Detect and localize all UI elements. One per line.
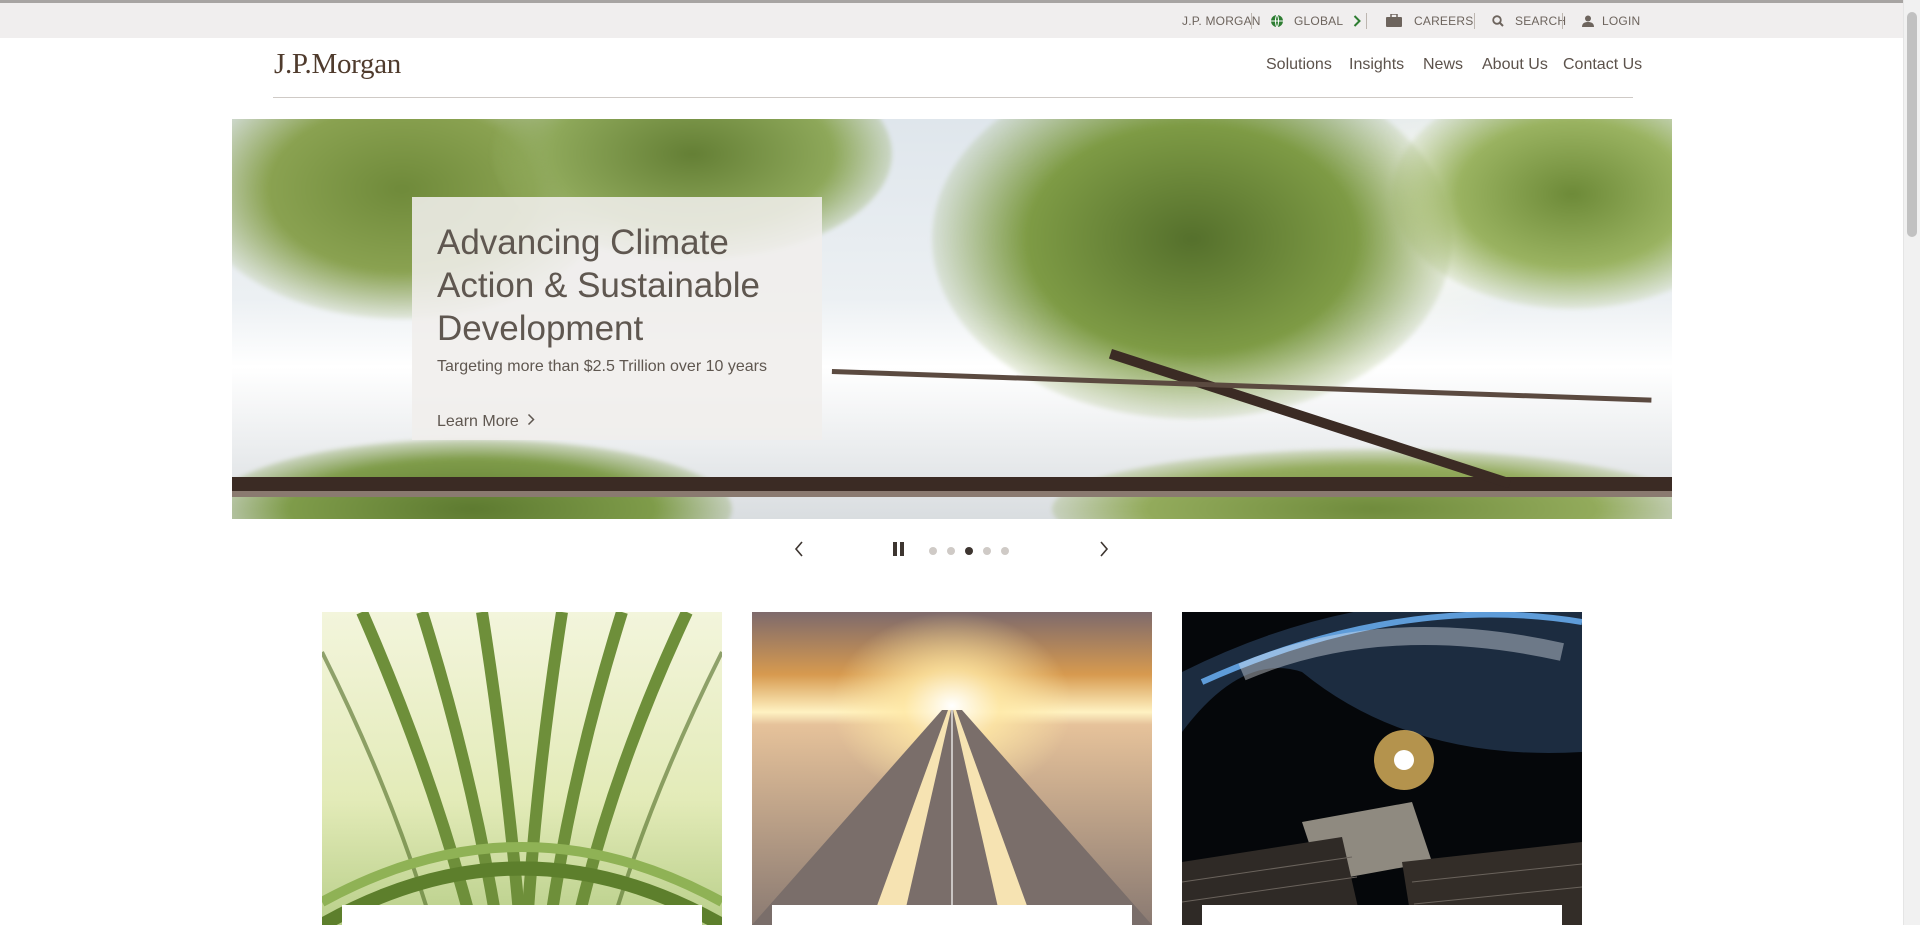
jpmorgan-logo[interactable]: J.P.Morgan [274, 48, 401, 81]
chevron-right-icon [527, 413, 535, 431]
header-divider [273, 97, 1633, 98]
carousel-dot-2[interactable] [947, 547, 955, 555]
carousel-dot-3[interactable] [965, 547, 973, 555]
feature-card-road[interactable] [752, 612, 1152, 925]
login-label: LOGIN [1602, 13, 1641, 28]
nav-solutions[interactable]: Solutions [1266, 56, 1332, 74]
feature-card-architecture[interactable] [322, 612, 722, 925]
search-link[interactable]: SEARCH [1492, 3, 1566, 38]
globe-icon [1270, 14, 1284, 28]
page-scrollbar[interactable] [1903, 0, 1920, 925]
carousel-dot-4[interactable] [983, 547, 991, 555]
card-caption-panel [1202, 905, 1562, 925]
region-selector[interactable]: GLOBAL [1270, 3, 1362, 38]
utility-brand-link[interactable]: J.P. MORGAN [1182, 3, 1261, 38]
utility-divider [1562, 13, 1563, 29]
search-label: SEARCH [1515, 13, 1567, 28]
careers-link[interactable]: CAREERS [1386, 3, 1473, 38]
architecture-image [322, 612, 722, 925]
utility-divider [1366, 13, 1367, 29]
user-icon [1582, 15, 1594, 27]
nav-insights[interactable]: Insights [1349, 56, 1404, 74]
login-link[interactable]: LOGIN [1582, 3, 1640, 38]
carousel-pause-button[interactable] [893, 541, 905, 561]
carousel-dot-1[interactable] [929, 547, 937, 555]
hero-subtitle: Targeting more than $2.5 Trillion over 1… [437, 358, 767, 375]
branch [232, 477, 1672, 491]
feature-card-satellite[interactable] [1182, 612, 1582, 925]
nav-news[interactable]: News [1423, 56, 1463, 74]
carousel-dot-5[interactable] [1001, 547, 1009, 555]
carousel-prev-button[interactable] [794, 540, 804, 562]
satellite-image [1182, 612, 1582, 925]
card-caption-panel [772, 905, 1132, 925]
chevron-right-icon [1099, 540, 1109, 562]
region-label: GLOBAL [1294, 13, 1344, 28]
search-icon [1492, 14, 1504, 27]
chevron-left-icon [794, 540, 804, 562]
utility-bar: J.P. MORGAN GLOBAL CAREERS SEARCH LOGIN [0, 3, 1904, 38]
road-image [752, 612, 1152, 925]
pause-icon [893, 541, 905, 561]
card-caption-panel [342, 905, 702, 925]
learn-more-link[interactable]: Learn More [437, 413, 535, 431]
careers-label: CAREERS [1414, 13, 1474, 28]
scrollbar-thumb[interactable] [1907, 12, 1917, 237]
carousel-next-button[interactable] [1099, 540, 1109, 562]
branch [232, 491, 1672, 497]
learn-more-label: Learn More [437, 413, 519, 430]
nav-contact-us[interactable]: Contact Us [1563, 56, 1642, 74]
hero-title: Advancing Climate Action & Sustainable D… [437, 223, 760, 348]
utility-divider [1474, 13, 1475, 29]
nav-about-us[interactable]: About Us [1482, 56, 1548, 74]
chevron-right-icon [1353, 14, 1362, 27]
briefcase-icon [1386, 14, 1402, 27]
utility-divider [1251, 13, 1252, 29]
utility-brand-label: J.P. MORGAN [1182, 13, 1261, 28]
